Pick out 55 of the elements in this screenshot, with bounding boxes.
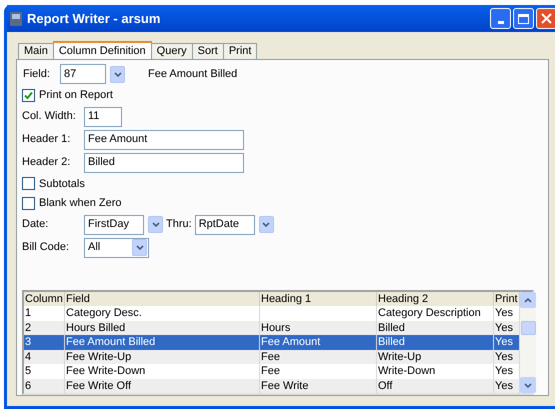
close-button[interactable]: [536, 8, 555, 29]
maximize-button[interactable]: [513, 8, 534, 29]
chevron-down-icon: [114, 72, 122, 76]
scrollbar-thumb[interactable]: [520, 320, 536, 334]
input-field[interactable]: 87: [60, 64, 106, 84]
input-field[interactable]: Fee Amount: [84, 130, 244, 150]
tab[interactable]: Main: [18, 43, 54, 59]
field-label: Bill Code:: [22, 240, 70, 256]
dropdown-button[interactable]: [132, 239, 147, 256]
field-label: Header 2:: [22, 155, 72, 170]
chevron-down-icon: [136, 245, 144, 250]
tab[interactable]: Sort: [192, 43, 224, 59]
dropdown-button[interactable]: [148, 216, 163, 233]
input-field[interactable]: 11: [84, 106, 122, 126]
chevron-down-icon: [262, 222, 270, 227]
scrollbar[interactable]: [520, 292, 536, 393]
field-label: Col. Width:: [22, 109, 77, 124]
field-label: Date:: [22, 217, 50, 232]
input-field[interactable]: Billed: [84, 152, 244, 172]
table-row[interactable]: 3 Fee Amount Billed Fee Amount Billed Yes: [24, 335, 520, 350]
minimize-button[interactable]: [490, 8, 511, 29]
table-row[interactable]: 6 Fee Write Off Fee Write Off Yes: [24, 378, 520, 393]
dropdown-button[interactable]: [110, 66, 125, 82]
app-icon: [9, 10, 23, 26]
checkbox-label: Print on Report: [39, 88, 113, 103]
checkbox[interactable]: [22, 88, 35, 102]
tab[interactable]: Query: [150, 43, 193, 59]
checkbox-label: Subtotals: [39, 176, 85, 192]
input-field[interactable]: FirstDay: [84, 214, 144, 234]
input-field[interactable]: RptDate: [194, 214, 255, 234]
chevron-down-icon: [524, 382, 532, 388]
close-icon: [541, 13, 552, 24]
field-label: Header 1:: [22, 132, 72, 148]
table-row[interactable]: 2 Hours Billed Hours Billed Yes: [24, 320, 520, 335]
table-row[interactable]: 5 Fee Write-Down Fee Write-Down Yes: [24, 364, 520, 378]
chevron-down-icon: [152, 222, 160, 227]
field-label: Thru:: [166, 217, 192, 232]
table-cell: Fee Write Off: [65, 378, 260, 393]
table-cell: Off: [377, 378, 494, 393]
tab[interactable]: Column Definition: [52, 41, 152, 59]
field-label: Field:: [22, 66, 51, 82]
dropdown-field[interactable]: All: [84, 238, 149, 258]
field-description: Fee Amount Billed: [148, 66, 238, 82]
table-row[interactable]: 1 Category Desc. Category Description Yes: [24, 306, 520, 320]
dropdown-button[interactable]: [258, 216, 274, 233]
checkbox[interactable]: [22, 196, 35, 210]
checkbox[interactable]: [22, 177, 35, 190]
chevron-up-icon: [524, 298, 532, 302]
table-cell: Fee Write: [260, 378, 377, 393]
checkmark-icon: [24, 90, 33, 100]
tab[interactable]: Print: [222, 43, 258, 59]
table-row[interactable]: 4 Fee Write-Up Fee Write-Up Yes: [24, 350, 520, 364]
table-cell: 6: [24, 378, 65, 393]
checkbox-label: Blank when Zero: [39, 196, 122, 211]
window-title: Report Writer - arsum: [27, 10, 160, 28]
